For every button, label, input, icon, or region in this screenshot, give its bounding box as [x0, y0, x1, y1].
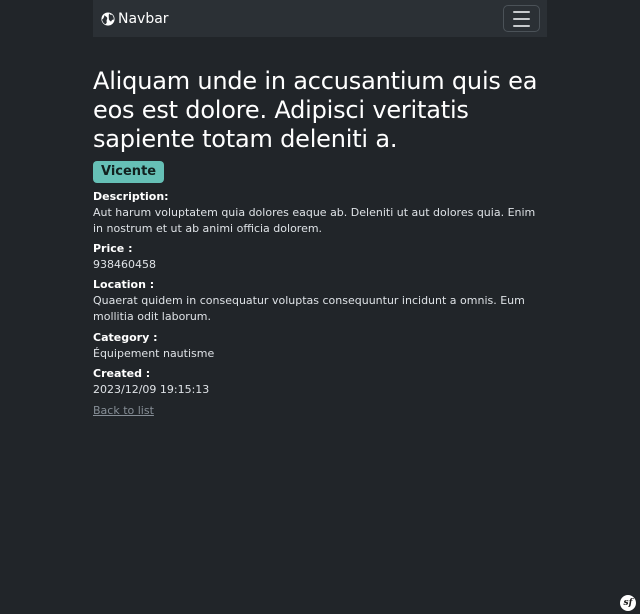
- hamburger-line: [513, 24, 530, 27]
- symfony-logo-text: sf: [623, 598, 633, 608]
- hamburger-line: [513, 17, 530, 20]
- location-label: Location :: [93, 278, 155, 291]
- category-field: Category : Équipement nautisme: [93, 330, 547, 362]
- globe-icon: [101, 11, 115, 26]
- description-value: Aut harum voluptatem quia dolores eaque …: [93, 206, 536, 235]
- location-value: Quaerat quidem in consequatur voluptas c…: [93, 294, 525, 323]
- price-label: Price :: [93, 242, 133, 255]
- description-label: Description:: [93, 190, 169, 203]
- hamburger-menu-icon: [513, 10, 530, 13]
- category-label: Category :: [93, 331, 158, 344]
- page-title: Aliquam unde in accusantium quis ea eos …: [93, 67, 538, 153]
- created-value: 2023/12/09 19:15:13: [93, 383, 210, 396]
- price-value: 938460458: [93, 258, 156, 271]
- navbar-brand-label: Navbar: [118, 10, 169, 27]
- description-field: Description: Aut harum voluptatem quia d…: [93, 189, 547, 237]
- created-field: Created : 2023/12/09 19:15:13: [93, 366, 547, 398]
- back-to-list-link[interactable]: Back to list: [93, 403, 154, 419]
- created-label: Created :: [93, 367, 151, 380]
- navbar-brand[interactable]: Navbar: [101, 11, 169, 27]
- navbar: Navbar: [93, 0, 547, 37]
- symfony-logo-icon[interactable]: sf: [620, 595, 636, 611]
- location-field: Location : Quaerat quidem in consequatur…: [93, 277, 547, 325]
- owner-badge: Vicente: [93, 161, 165, 183]
- price-field: Price : 938460458: [93, 241, 547, 273]
- category-value: Équipement nautisme: [93, 347, 215, 360]
- navbar-toggler-button[interactable]: [503, 5, 540, 32]
